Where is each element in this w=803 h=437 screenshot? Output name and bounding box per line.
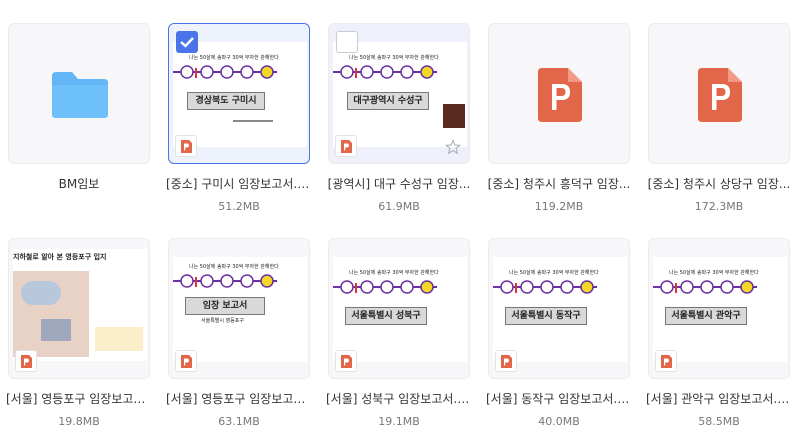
timeline-graphic <box>333 280 437 294</box>
timeline-graphic <box>173 65 277 79</box>
slide-footnote <box>233 120 273 122</box>
folder-icon <box>52 72 108 118</box>
slide-title: 서울특별시 성북구 <box>345 307 427 325</box>
file-size: 19.8MB <box>58 415 100 428</box>
selection-checkbox[interactable] <box>176 31 198 53</box>
ppt-badge-icon <box>175 135 197 157</box>
slide-subtitle: 서울특별시 영등포구 <box>201 318 244 324</box>
file-size: 119.2MB <box>534 200 584 213</box>
slide-header: 나는 50살에 송파구 30억 부자한 관해한다 <box>509 270 599 276</box>
ppt-badge-icon <box>335 135 357 157</box>
file-size: 51.2MB <box>218 200 260 213</box>
powerpoint-icon <box>698 68 742 122</box>
file-thumbnail[interactable]: 나는 50살에 송파구 30억 부자한 관해한다 서울특별시 동작구 <box>488 238 630 379</box>
file-size: 61.9MB <box>378 200 420 213</box>
slide-preview: 지하철로 알아 본 영등포구 입지 <box>13 249 147 361</box>
file-thumbnail[interactable]: 나는 50살에 송파구 30억 부자한 관해한다 서울특별시 성북구 <box>328 238 470 379</box>
ppt-badge-icon <box>175 350 197 372</box>
file-name[interactable]: [중소] 청주시 상당구 임장... <box>646 175 792 192</box>
slide-preview: 나는 50살에 송파구 30억 부자한 관해한다 경상북도 구미시 <box>173 42 307 147</box>
slide-image <box>443 104 465 128</box>
slide-preview: 나는 50살에 송파구 30억 부자한 관해한다 서울특별시 동작구 <box>493 257 627 362</box>
file-name[interactable]: [서울] 관악구 임장보고서.p... <box>646 390 792 407</box>
file-name[interactable]: [서울] 성북구 임장보고서.p... <box>326 390 472 407</box>
timeline-graphic <box>173 274 277 288</box>
file-thumbnail[interactable]: 지하철로 알아 본 영등포구 입지 <box>8 238 150 379</box>
slide-preview: 나는 50살에 송파구 30억 부자한 관해한다 대구광역시 수성구 <box>333 42 467 147</box>
timeline-graphic <box>333 65 437 79</box>
file-thumbnail[interactable] <box>648 23 790 164</box>
ppt-badge-icon <box>335 350 357 372</box>
file-size: 58.5MB <box>698 415 740 428</box>
ppt-badge-icon <box>495 350 517 372</box>
ppt-badge-icon <box>655 350 677 372</box>
slide-preview: 나는 50살에 송파구 30억 부자한 관해한다 서울특별시 관악구 <box>653 257 787 362</box>
slide-header: 나는 50살에 송파구 30억 부자한 관해한다 <box>349 270 439 276</box>
file-size: 19.1MB <box>378 415 420 428</box>
file-size: 63.1MB <box>218 415 260 428</box>
file-thumbnail[interactable]: 나는 50살에 송파구 30억 부자한 관해한다 서울특별시 관악구 <box>648 238 790 379</box>
checkmark-icon <box>180 37 194 48</box>
file-name[interactable]: [서울] 영등포구 임장보고서... <box>6 390 152 407</box>
slide-title: 임장 보고서 <box>185 297 265 315</box>
file-name[interactable]: [광역시] 대구 수성구 임장... <box>326 175 472 192</box>
slide-header: 나는 50살에 송파구 30억 부자한 관해한다 <box>349 55 439 61</box>
slide-preview: 나는 50살에 송파구 30억 부자한 관해한다 임장 보고서 서울특별시 영등… <box>173 257 307 362</box>
slide-note <box>95 327 143 351</box>
selection-checkbox[interactable] <box>336 31 358 53</box>
slide-header: 나는 50살에 송파구 30억 부자한 관해한다 <box>189 55 279 61</box>
ppt-badge-icon <box>15 350 37 372</box>
powerpoint-icon <box>538 68 582 122</box>
slide-map <box>13 271 89 357</box>
slide-header: 나는 50살에 송파구 30억 부자한 관해한다 <box>189 264 279 270</box>
slide-preview: 나는 50살에 송파구 30억 부자한 관해한다 서울특별시 성북구 <box>333 257 467 362</box>
slide-title: 대구광역시 수성구 <box>347 92 429 110</box>
file-name[interactable]: [중소] 청주시 흥덕구 임장... <box>486 175 632 192</box>
file-name[interactable]: [중소] 구미시 임장보고서.p... <box>166 175 312 192</box>
slide-title: 서울특별시 동작구 <box>505 307 587 325</box>
file-thumbnail[interactable] <box>488 23 630 164</box>
file-name[interactable]: [서울] 영등포구 임장보고서... <box>166 390 312 407</box>
timeline-graphic <box>493 280 597 294</box>
file-name[interactable]: [서울] 동작구 임장보고서.p... <box>486 390 632 407</box>
slide-title: 경상북도 구미시 <box>187 92 265 110</box>
file-thumbnail[interactable]: 나는 50살에 송파구 30억 부자한 관해한다 임장 보고서 서울특별시 영등… <box>168 238 310 379</box>
file-grid: BM임보 나는 50살에 송파구 30억 부자한 관해한다 경상북도 구미시 [… <box>0 0 803 437</box>
slide-header: 나는 50살에 송파구 30억 부자한 관해한다 <box>669 270 759 276</box>
timeline-graphic <box>653 280 757 294</box>
file-size: 40.0MB <box>538 415 580 428</box>
slide-title: 지하철로 알아 본 영등포구 입지 <box>13 253 107 261</box>
file-thumbnail[interactable] <box>8 23 150 164</box>
slide-title: 서울특별시 관악구 <box>665 307 747 325</box>
file-thumbnail[interactable]: 나는 50살에 송파구 30억 부자한 관해한다 대구광역시 수성구 <box>328 23 470 164</box>
file-size: 172.3MB <box>694 200 744 213</box>
file-thumbnail[interactable]: 나는 50살에 송파구 30억 부자한 관해한다 경상북도 구미시 <box>168 23 310 164</box>
star-icon[interactable] <box>445 139 461 155</box>
file-name[interactable]: BM임보 <box>6 175 152 192</box>
